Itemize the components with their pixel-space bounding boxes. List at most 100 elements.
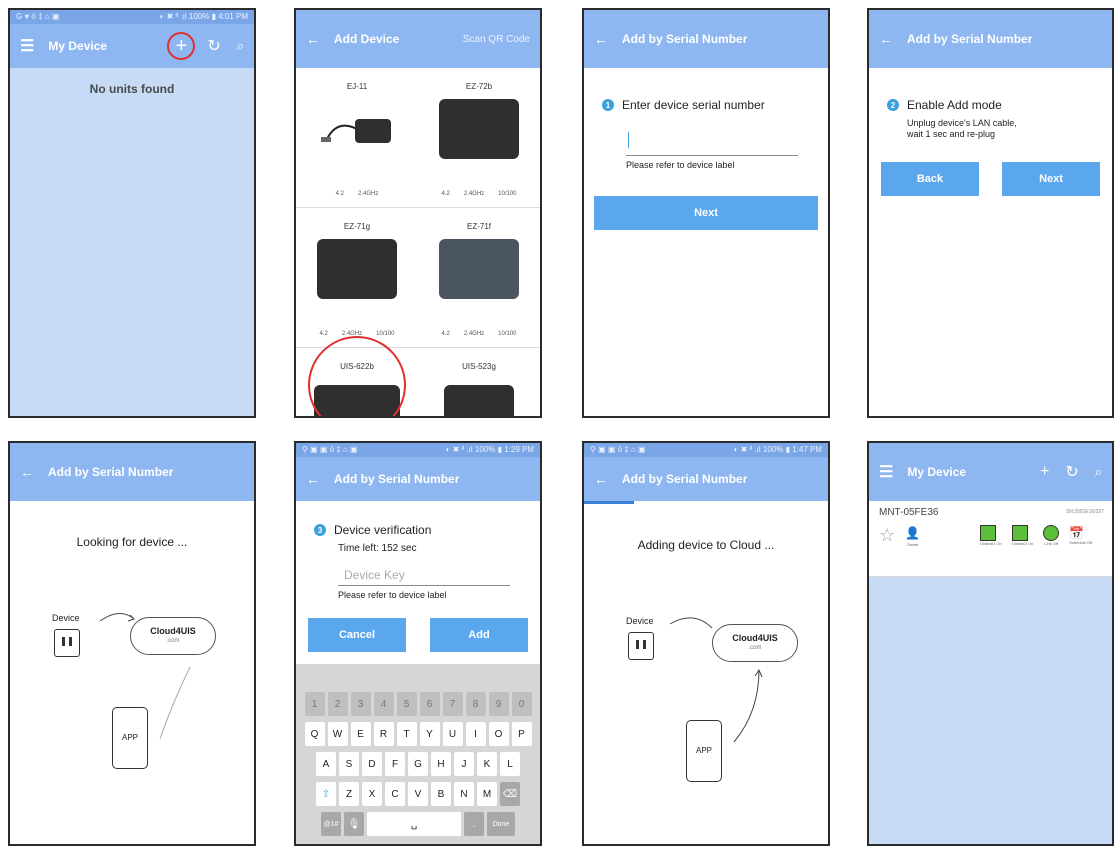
- key-v[interactable]: V: [408, 782, 428, 806]
- key-1[interactable]: 1: [304, 692, 325, 716]
- app-bar: ← Add by Serial Number: [584, 10, 828, 68]
- spec-ethernet: 10/100: [376, 331, 395, 337]
- device-specs: 4.2 2.4GHz 10/100: [418, 191, 540, 197]
- key-6[interactable]: 6: [419, 692, 440, 716]
- device-name: EZ-72b: [465, 82, 493, 91]
- key-n[interactable]: N: [454, 782, 474, 806]
- next-button[interactable]: Next: [1002, 162, 1100, 196]
- back-arrow-icon[interactable]: ←: [20, 464, 34, 480]
- device-card-ez72b[interactable]: EZ-72b 4.2 2.4GHz 10/100: [418, 68, 540, 208]
- screen-enable-add-mode: ← Add by Serial Number 2 Enable Add mode…: [867, 8, 1114, 418]
- back-arrow-icon[interactable]: ←: [306, 31, 320, 47]
- device-card-ez71g[interactable]: EZ-71g 4.2 2.4GHz 10/100: [296, 208, 418, 348]
- outlet2-label: Outlet#2 On: [1011, 541, 1034, 546]
- key-y[interactable]: Y: [419, 722, 440, 746]
- serial-number-input[interactable]: [626, 126, 798, 156]
- spec-ethernet: 10/100: [498, 191, 517, 197]
- period-key[interactable]: .: [464, 812, 484, 836]
- refresh-icon[interactable]: ↻: [1065, 462, 1078, 482]
- app-label: APP: [121, 733, 138, 742]
- key-l[interactable]: L: [500, 752, 520, 776]
- keyboard-row-3: ⇧ Z X C V B N M ⌫: [300, 782, 536, 806]
- search-icon[interactable]: ⌕: [237, 38, 244, 54]
- plus-icon[interactable]: +: [1040, 463, 1049, 481]
- hamburger-icon[interactable]: ☰: [20, 36, 34, 56]
- instruction-line-1: Unplug device's LAN cable,: [907, 118, 1017, 128]
- key-b[interactable]: B: [431, 782, 451, 806]
- outlet2-status[interactable]: Outlet#2 On: [1011, 525, 1034, 546]
- key-f[interactable]: F: [385, 752, 405, 776]
- device-key-input[interactable]: Device Key: [338, 560, 510, 586]
- keyboard-bottom-row: @1# 🎙 ␣ . Done: [300, 812, 536, 836]
- key-c[interactable]: C: [385, 782, 405, 806]
- page-title: Add by Serial Number: [907, 32, 1033, 46]
- time-left: Time left: 152 sec: [338, 543, 417, 554]
- key-s[interactable]: S: [339, 752, 359, 776]
- cancel-button[interactable]: Cancel: [308, 618, 406, 652]
- back-button[interactable]: Back: [881, 162, 979, 196]
- smartphone-icon: APP: [112, 707, 148, 769]
- key-p[interactable]: P: [511, 722, 532, 746]
- key-x[interactable]: X: [362, 782, 382, 806]
- spec-ethernet: 10/100: [498, 331, 517, 337]
- hamburger-icon[interactable]: ☰: [879, 462, 893, 482]
- back-arrow-icon[interactable]: ←: [594, 31, 608, 47]
- key-j[interactable]: J: [454, 752, 474, 776]
- key-8[interactable]: 8: [465, 692, 486, 716]
- space-key[interactable]: ␣: [367, 812, 461, 836]
- app-label: APP: [695, 746, 712, 755]
- next-button[interactable]: Next: [594, 196, 818, 230]
- key-k[interactable]: K: [477, 752, 497, 776]
- hint-text: Please refer to device label: [338, 590, 447, 600]
- link-status[interactable]: Link Off: [1043, 525, 1060, 546]
- key-q[interactable]: Q: [304, 722, 325, 746]
- shift-key[interactable]: ⇧: [316, 782, 336, 806]
- refresh-icon[interactable]: ↻: [207, 36, 220, 56]
- key-2[interactable]: 2: [327, 692, 348, 716]
- back-arrow-icon[interactable]: ←: [594, 471, 608, 487]
- done-key[interactable]: Done: [487, 812, 515, 836]
- symbol-key[interactable]: @1#: [321, 812, 341, 836]
- key-w[interactable]: W: [327, 722, 348, 746]
- add-button[interactable]: Add: [430, 618, 528, 652]
- outlet1-status[interactable]: Outlet#1 On: [980, 525, 1002, 546]
- device-card-ej11[interactable]: EJ-11 4.2 2.4GHz: [296, 68, 418, 208]
- key-g[interactable]: G: [408, 752, 428, 776]
- key-7[interactable]: 7: [442, 692, 463, 716]
- key-9[interactable]: 9: [488, 692, 509, 716]
- schedule-status[interactable]: 📅 Schedule Off: [1069, 526, 1092, 545]
- key-3[interactable]: 3: [350, 692, 371, 716]
- scan-qr-link[interactable]: Scan QR Code: [463, 34, 530, 45]
- key-0[interactable]: 0: [511, 692, 532, 716]
- spec-wifi: 2.4GHz: [463, 191, 485, 197]
- key-r[interactable]: R: [373, 722, 394, 746]
- app-bar: ← Add by Serial Number: [869, 10, 1112, 68]
- star-icon[interactable]: ☆: [879, 525, 895, 546]
- key-m[interactable]: M: [477, 782, 497, 806]
- backspace-key[interactable]: ⌫: [500, 782, 520, 806]
- instructions: Unplug device's LAN cable, wait 1 sec an…: [907, 112, 1112, 140]
- page-title: Add Device: [334, 32, 400, 46]
- key-h[interactable]: H: [431, 752, 451, 776]
- status-bar: G ♥ ö ‡ ⌂ ▣ ◐ ✖ ᴵᴵ .ıl 100% ▮ 4:01 PM: [10, 10, 254, 24]
- key-e[interactable]: E: [350, 722, 371, 746]
- key-o[interactable]: O: [488, 722, 509, 746]
- device-card-uis523g[interactable]: UIS-523g: [418, 348, 540, 416]
- back-arrow-icon[interactable]: ←: [879, 31, 893, 47]
- calendar-icon: 📅: [1069, 526, 1085, 540]
- plus-icon[interactable]: +: [167, 32, 196, 60]
- key-i[interactable]: I: [465, 722, 486, 746]
- device-row[interactable]: MNT-05FE36 SN:2801E16/297 ☆ 👤 Owner Outle…: [869, 501, 1112, 577]
- device-card-ez71f[interactable]: EZ-71f 4.2 2.4GHz 10/100: [418, 208, 540, 348]
- back-arrow-icon[interactable]: ←: [306, 471, 320, 487]
- search-icon[interactable]: ⌕: [1095, 464, 1102, 480]
- key-a[interactable]: A: [316, 752, 336, 776]
- microphone-icon[interactable]: 🎙: [344, 812, 364, 836]
- key-4[interactable]: 4: [373, 692, 394, 716]
- device-name: EJ-11: [346, 82, 368, 91]
- key-d[interactable]: D: [362, 752, 382, 776]
- key-z[interactable]: Z: [339, 782, 359, 806]
- key-u[interactable]: U: [442, 722, 463, 746]
- key-t[interactable]: T: [396, 722, 417, 746]
- key-5[interactable]: 5: [396, 692, 417, 716]
